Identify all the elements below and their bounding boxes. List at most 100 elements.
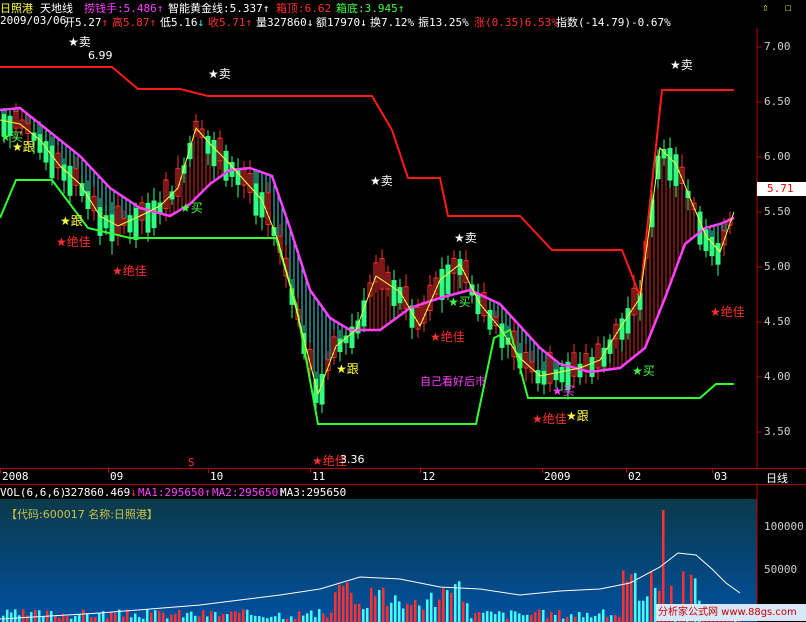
volume-bar (570, 614, 573, 622)
volume-bar (74, 615, 77, 622)
volume-bar (66, 616, 69, 622)
candle-body (667, 148, 673, 181)
volume-bar (146, 609, 149, 622)
quote-info-bar: 2009/03/06 开5.27↑ 高5.87↑ 低5.16↓ 收5.71↑ 量… (0, 14, 806, 29)
candle-body (127, 215, 133, 233)
candle-body (37, 134, 43, 153)
date-tick-mark (542, 469, 543, 473)
volume-bar (518, 613, 521, 622)
candle-body (619, 318, 625, 340)
date-tick-label: 09 (110, 470, 124, 483)
candle-body (205, 135, 211, 154)
volume-bar (310, 610, 313, 622)
volume-bar (18, 615, 21, 622)
date-tick-mark (712, 469, 713, 473)
candle-body (337, 338, 343, 353)
price-chart[interactable] (0, 28, 806, 468)
volume-bar (414, 599, 417, 622)
volume-bar (82, 609, 85, 622)
date-tick-mark (108, 469, 109, 473)
volume-bar (386, 605, 389, 622)
volume-bar (334, 592, 337, 622)
volume-chart[interactable] (0, 483, 806, 622)
price-tick-label: 6.50 (764, 95, 791, 108)
volume-bar (354, 604, 357, 622)
candle-body (559, 366, 565, 383)
candle-body (103, 215, 109, 229)
candle-body (145, 202, 151, 233)
volume-bar (270, 616, 273, 622)
date-tick-label: 12 (422, 470, 436, 483)
volume-bar (594, 615, 597, 622)
watermark[interactable]: 分析家公式网 www.88gs.com (656, 604, 806, 621)
candle-body (445, 264, 451, 295)
box-icon[interactable]: ☐ (785, 1, 792, 14)
volume-bar (22, 609, 25, 622)
indicator-title-bar: 日照港 天地线 捞钱手:5.486↑ 智能黄金线:5.337↑ 箱顶:6.62 … (0, 0, 806, 15)
volume-bar (474, 613, 477, 622)
volume-bar (94, 617, 97, 622)
follow-signal-star: ★跟 (566, 409, 589, 423)
volume-bar (374, 595, 377, 622)
candle-body (391, 280, 397, 306)
volume-bar (34, 610, 37, 622)
volume-bar (206, 616, 209, 622)
volume-bar (314, 617, 317, 622)
volume-bar (126, 609, 129, 622)
volume-bar (150, 612, 153, 622)
volume-bar (558, 610, 561, 622)
date-axis: 2008 09 10 11 12 2009 02 03 (0, 468, 806, 483)
volume-bar (522, 615, 525, 622)
volume-bar (190, 611, 193, 622)
current-price-flag: 5.71 (757, 182, 806, 196)
candle-body (589, 357, 595, 377)
volume-bar (78, 614, 81, 622)
volume-bar (290, 616, 293, 622)
date-tick-label: 10 (210, 470, 224, 483)
volume-bar (406, 603, 409, 622)
price-tick-label: 6.00 (764, 150, 791, 163)
volume-bar (566, 616, 569, 622)
volume-bar (454, 584, 457, 622)
volume-bar (538, 609, 541, 622)
candle-body (541, 370, 547, 385)
volume-bar (214, 612, 217, 622)
volume-bar (218, 616, 221, 622)
date-tick-mark (310, 469, 311, 473)
volume-tick-label: 50000 (764, 563, 798, 576)
volume-bar (478, 611, 481, 622)
volume-bar (470, 618, 473, 622)
low-price-annotation: 3.36 (340, 453, 365, 466)
candle-body (253, 183, 259, 216)
volume-bar (526, 614, 529, 622)
volume-bar (534, 612, 537, 622)
volume-bar (86, 613, 89, 622)
candle-body (709, 236, 715, 257)
candle-body (715, 243, 721, 265)
volume-bar (346, 582, 349, 622)
volume-bar (378, 590, 381, 622)
candle-body (109, 214, 115, 242)
volume-bar (610, 615, 613, 622)
volume-bar (618, 616, 621, 622)
volume-bar (170, 614, 173, 622)
volume-bar (26, 615, 29, 622)
volume-bar (138, 617, 141, 622)
volume-bar (622, 570, 625, 622)
candle-body (625, 308, 631, 334)
volume-bar (186, 612, 189, 622)
up-arrow-icon[interactable]: ⇧ (762, 1, 769, 14)
follow-signal-star: ★跟 (336, 362, 359, 376)
volume-bar (426, 599, 429, 622)
volume-bar (638, 600, 641, 622)
candle-body (133, 208, 139, 240)
volume-bar (130, 617, 133, 622)
candle-body (151, 200, 157, 229)
volume-bar (370, 587, 373, 622)
volume-bar (390, 602, 393, 622)
volume-bar (202, 610, 205, 622)
price-tick-label: 4.00 (764, 370, 791, 383)
volume-bar (450, 592, 453, 622)
volume-bar (430, 592, 433, 622)
volume-bar (54, 615, 57, 622)
